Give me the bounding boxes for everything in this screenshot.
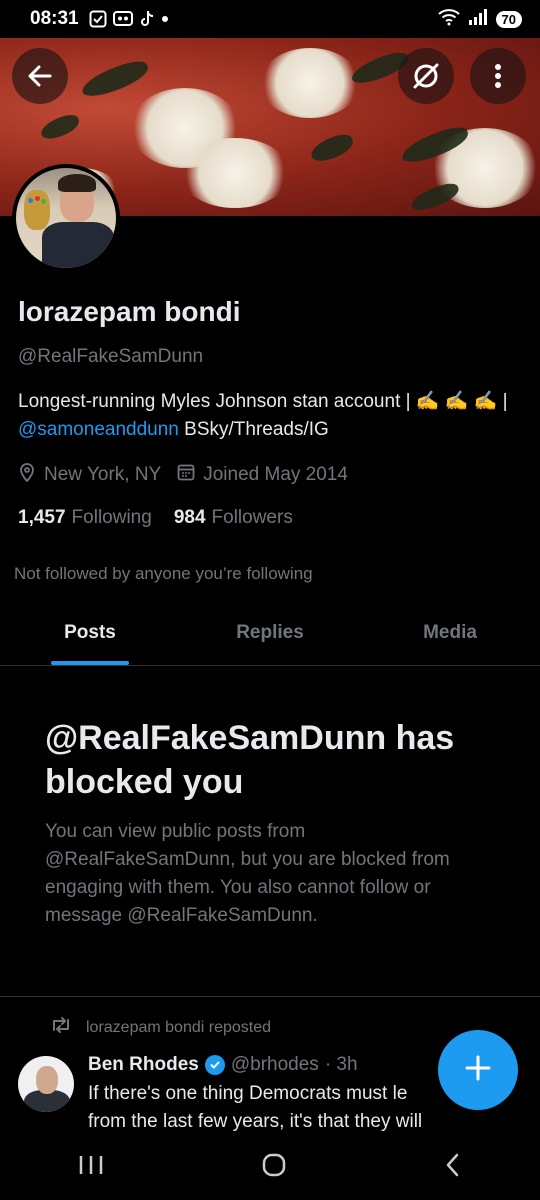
dot-icon xyxy=(161,15,169,23)
system-nav-bar xyxy=(0,1134,540,1200)
repost-label: lorazepam bondi reposted xyxy=(50,1016,271,1039)
tab-media[interactable]: Media xyxy=(360,606,540,665)
divider xyxy=(0,996,540,997)
bio-tail: BSky/Threads/IG xyxy=(184,419,329,440)
post-author-handle: @brhodes xyxy=(230,1054,319,1075)
tab-replies[interactable]: Replies xyxy=(180,606,360,665)
profile-handle: @RealFakeSamDunn xyxy=(18,346,204,367)
post-text-line: from the last few years, it's that they … xyxy=(88,1111,423,1132)
plus-icon xyxy=(463,1053,493,1088)
status-bar: 08:31 70 xyxy=(0,0,540,38)
followers-link[interactable]: 984 Followers xyxy=(174,507,293,529)
profile-bio: Longest-running Myles Johnson stan accou… xyxy=(18,388,528,444)
verified-badge-icon xyxy=(204,1055,225,1075)
avatar-detail xyxy=(28,198,33,203)
more-vertical-icon xyxy=(494,63,502,89)
grok-icon xyxy=(411,61,441,91)
bio-text: Longest-running Myles Johnson stan accou… xyxy=(18,391,508,412)
not-followed-notice: Not followed by anyone you’re following xyxy=(14,564,313,583)
post-author-avatar[interactable] xyxy=(18,1056,74,1112)
back-button[interactable] xyxy=(12,48,68,104)
follow-counts: 1,457 Following 984 Followers xyxy=(18,507,293,529)
joined-text: Joined May 2014 xyxy=(203,464,348,485)
grok-button[interactable] xyxy=(398,48,454,104)
post-header: Ben Rhodes @brhodes · 3h xyxy=(88,1054,358,1076)
avatar-detail xyxy=(41,199,46,204)
status-right: 70 xyxy=(437,8,522,31)
app-notification-icon xyxy=(112,10,133,28)
banner-detail xyxy=(38,111,82,143)
repost-label-text: lorazepam bondi reposted xyxy=(86,1018,272,1036)
joined-item: Joined May 2014 xyxy=(177,463,348,487)
banner-detail xyxy=(260,48,360,118)
bio-link[interactable]: @samoneanddunn xyxy=(18,419,179,440)
banner-detail xyxy=(307,131,357,165)
battery-indicator: 70 xyxy=(495,10,522,28)
location-text: New York, NY xyxy=(44,464,162,485)
avatar-detail xyxy=(42,222,114,268)
blocked-title: @RealFakeSamDunn has blocked you xyxy=(45,719,455,801)
back-nav-button[interactable] xyxy=(444,1152,462,1183)
post-author-name[interactable]: Ben Rhodes xyxy=(88,1054,199,1076)
tab-posts[interactable]: Posts xyxy=(0,606,180,665)
followers-label: Followers xyxy=(211,507,293,528)
banner-detail xyxy=(78,56,152,102)
post-time: · 3h xyxy=(324,1054,358,1075)
recent-apps-button[interactable] xyxy=(78,1154,104,1181)
calendar-icon xyxy=(177,463,195,487)
location-item: New York, NY xyxy=(18,462,161,488)
avatar-detail xyxy=(58,174,96,192)
following-label: Following xyxy=(71,507,152,528)
arrow-left-icon xyxy=(26,62,54,90)
home-button[interactable] xyxy=(261,1152,287,1183)
blocked-text: You can view public posts from @RealFake… xyxy=(45,821,450,926)
checkbox-notification-icon xyxy=(89,10,107,28)
avatar-detail xyxy=(36,1066,58,1094)
display-name: lorazepam bondi xyxy=(18,296,241,327)
profile-meta: New York, NY Joined May 2014 xyxy=(18,462,364,488)
following-link[interactable]: 1,457 Following xyxy=(18,507,152,529)
followers-count: 984 xyxy=(173,507,206,528)
status-time: 08:31 xyxy=(30,8,79,29)
compose-button[interactable] xyxy=(438,1030,518,1110)
following-count: 1,457 xyxy=(18,507,66,528)
banner-detail xyxy=(180,138,290,208)
repost-icon xyxy=(50,1016,72,1039)
avatar-image xyxy=(16,168,116,268)
wifi-icon xyxy=(437,8,460,31)
avatar-detail xyxy=(35,196,40,201)
location-pin-icon xyxy=(18,462,36,488)
signal-icon xyxy=(468,8,488,31)
tiktok-icon xyxy=(139,10,155,28)
profile-avatar[interactable] xyxy=(12,164,120,272)
more-options-button[interactable] xyxy=(470,48,526,104)
profile-tabs: Posts Replies Media xyxy=(0,606,540,666)
